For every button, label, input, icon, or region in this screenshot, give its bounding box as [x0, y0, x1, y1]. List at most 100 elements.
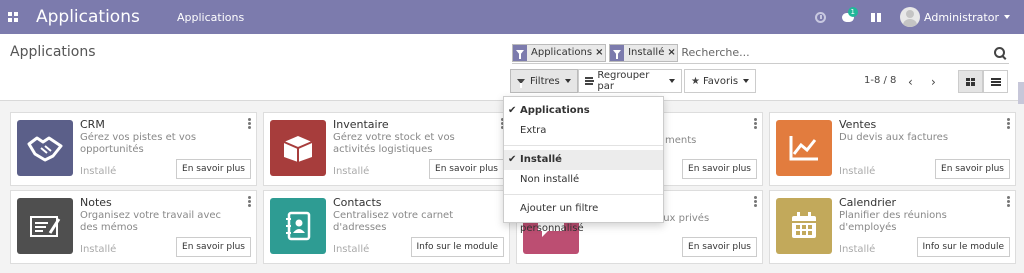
add-custom-filter[interactable]: Ajouter un filtre personnalisé [504, 199, 663, 234]
kebab-icon[interactable] [754, 118, 757, 129]
pager-next-icon[interactable]: › [931, 75, 936, 89]
filter-icon [516, 50, 524, 59]
app-description: Gérez votre stock et vos activités logis… [333, 132, 455, 155]
kebab-icon[interactable] [1007, 118, 1010, 129]
module-info-button[interactable]: Info sur le module [916, 237, 1010, 257]
kebab-icon[interactable] [754, 196, 757, 207]
app-description: Planifier des réunions d'employés [839, 210, 947, 233]
search-facet[interactable]: Applications × [512, 43, 607, 62]
app-name: CRM [80, 118, 105, 131]
bars-icon [585, 77, 595, 85]
caret-down-icon [1004, 15, 1010, 19]
app-status: Installé [839, 244, 876, 255]
learn-more-button[interactable]: En savoir plus [682, 159, 757, 179]
app-description: Organisez votre travail avec des mémos [80, 210, 222, 233]
remove-facet-icon[interactable]: × [667, 45, 677, 61]
filter-icon [517, 78, 525, 88]
note-icon [17, 198, 73, 254]
app-card-calendrier[interactable]: Calendrier Planifier des réunions d'empl… [769, 190, 1016, 264]
favorites-label: Favoris [702, 75, 739, 87]
app-description: Du devis aux factures [839, 132, 949, 143]
app-name: Ventes [839, 118, 877, 131]
group-by-label: Regrouper par [597, 70, 650, 92]
list-view-button[interactable] [983, 70, 1008, 93]
module-info-button[interactable]: Info sur le module [410, 237, 504, 257]
app-name: Notes [80, 196, 112, 209]
divider [504, 194, 663, 195]
handshake-icon [17, 120, 73, 176]
facet-value: Applications [531, 46, 593, 58]
top-navbar: Applications Applications 1 Administrato… [0, 0, 1024, 34]
learn-more-button[interactable]: En savoir plus [429, 159, 504, 179]
gift-button[interactable] [862, 0, 890, 34]
activity-button[interactable] [806, 0, 834, 34]
group-by-button[interactable]: Regrouper par [578, 69, 682, 93]
learn-more-button[interactable]: En savoir plus [935, 159, 1010, 179]
app-title: Applications [36, 7, 140, 27]
remove-facet-icon[interactable]: × [595, 45, 605, 61]
pager-previous-icon[interactable]: ‹ [908, 75, 913, 89]
caret-down-icon [743, 79, 750, 83]
app-card-notes[interactable]: Notes Organisez votre travail avec des m… [10, 190, 257, 264]
page-title: Applications [10, 44, 96, 60]
pager-value[interactable]: 1-8 / 8 [864, 75, 896, 86]
scrollbar[interactable] [1018, 82, 1024, 104]
kanban-view-button[interactable] [958, 70, 983, 93]
check-icon: ✔ [508, 154, 517, 165]
search-facet[interactable]: Installé × [609, 43, 679, 62]
check-icon: ✔ [508, 105, 517, 116]
app-card-ventes[interactable]: Ventes Du devis aux factures Installé En… [769, 112, 1016, 186]
app-name: Inventaire [333, 118, 389, 131]
app-card-contacts[interactable]: Contacts Centralisez votre carnet d'adre… [263, 190, 510, 264]
kebab-icon[interactable] [248, 118, 251, 129]
star-icon: ★ [691, 75, 700, 87]
kebab-icon[interactable] [248, 196, 251, 207]
clock-icon [814, 11, 826, 23]
search-input[interactable] [681, 43, 993, 62]
filter-icon [613, 50, 622, 59]
filter-label: Non installé [520, 174, 580, 185]
filter-option-extra[interactable]: Extra [504, 121, 663, 141]
kebab-icon[interactable] [1007, 196, 1010, 207]
app-status: Installé [333, 166, 370, 177]
menu-item-applications[interactable]: Applications [177, 11, 244, 24]
search-bar: Applications × Installé × [512, 42, 1009, 64]
navbar-systray: 1 Administrator [806, 0, 1024, 34]
filter-option-non-installe[interactable]: Non installé [504, 170, 663, 190]
address-book-icon [270, 198, 326, 254]
list-icon [990, 77, 1001, 86]
app-status: Installé [80, 166, 117, 177]
user-name: Administrator [924, 10, 999, 24]
grid-icon [8, 12, 18, 22]
app-name: Contacts [333, 196, 382, 209]
app-name: Calendrier [839, 196, 897, 209]
notification-badge: 1 [847, 7, 858, 17]
app-card-crm[interactable]: CRM Gérez vos pistes et vos opportunités… [10, 112, 257, 186]
avatar [900, 7, 920, 27]
filters-button[interactable]: Filtres [510, 69, 578, 93]
app-status: Installé [839, 166, 876, 177]
search-icon[interactable] [993, 45, 1007, 61]
app-status: Installé [333, 244, 370, 255]
app-description: Gérez vos pistes et vos opportunités [80, 132, 197, 155]
filter-label: Extra [520, 125, 547, 136]
filter-label: Applications [520, 105, 590, 116]
app-description: Centralisez votre carnet d'adresses [333, 210, 454, 233]
learn-more-button[interactable]: En savoir plus [682, 237, 757, 257]
app-card-inventaire[interactable]: Inventaire Gérez votre stock et vos acti… [263, 112, 510, 186]
chart-icon [776, 120, 832, 176]
filters-dropdown: ✔ Applications Extra ✔ Installé Non inst… [503, 96, 664, 234]
favorites-button[interactable]: ★ Favoris [684, 69, 756, 93]
messaging-button[interactable]: 1 [834, 0, 862, 34]
control-panel: Applications Applications × Installé × F… [0, 34, 1024, 101]
filter-option-installe[interactable]: ✔ Installé [504, 150, 663, 170]
user-menu[interactable]: Administrator [900, 7, 1010, 27]
filter-option-applications[interactable]: ✔ Applications [504, 101, 663, 121]
divider [504, 145, 663, 146]
filter-label: Installé [520, 154, 562, 165]
learn-more-button[interactable]: En savoir plus [176, 159, 251, 179]
app-menu-button[interactable] [2, 0, 24, 34]
kanban-icon [966, 77, 975, 86]
learn-more-button[interactable]: En savoir plus [176, 237, 251, 257]
gift-icon [871, 9, 881, 22]
